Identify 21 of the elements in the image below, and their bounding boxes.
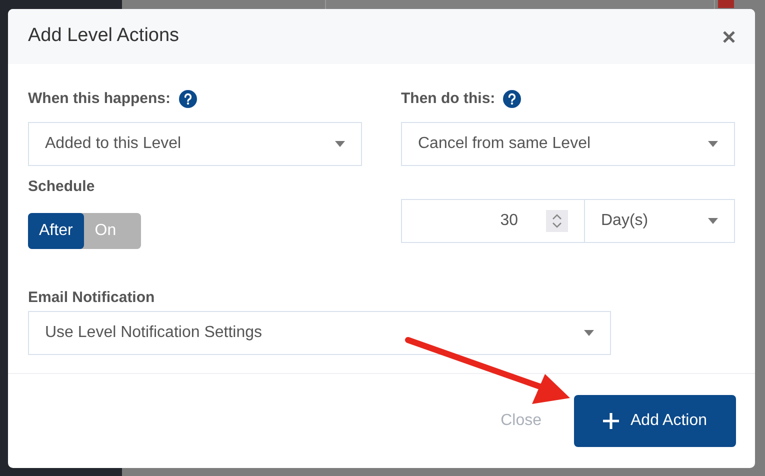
toggle-option[interactable]: After bbox=[28, 213, 84, 249]
select-field[interactable]: Use Level Notification Settings bbox=[28, 311, 611, 355]
field-label: Email Notification bbox=[28, 288, 155, 308]
field-label: Then do this: bbox=[401, 88, 496, 109]
plus-icon bbox=[602, 413, 618, 429]
caret-icon bbox=[708, 141, 718, 147]
caret-icon bbox=[335, 141, 345, 147]
help-icon[interactable] bbox=[178, 90, 196, 108]
spinner-icon[interactable] bbox=[546, 210, 568, 232]
add-action-button[interactable]: Add Action bbox=[574, 395, 736, 447]
caret-icon bbox=[708, 218, 718, 224]
select-field[interactable]: Cancel from same Level bbox=[401, 122, 735, 166]
number-field[interactable]: 30 bbox=[401, 199, 585, 243]
help-icon[interactable] bbox=[503, 90, 522, 108]
field-label: Schedule bbox=[28, 176, 95, 197]
dialog-title: Add Level Actions bbox=[28, 24, 180, 48]
select-field[interactable]: Day(s) bbox=[585, 199, 735, 243]
select-field[interactable]: Added to this Level bbox=[28, 122, 362, 166]
close-icon[interactable] bbox=[723, 30, 735, 42]
caret-icon bbox=[584, 330, 594, 336]
field-label: When this happens: bbox=[28, 88, 170, 109]
